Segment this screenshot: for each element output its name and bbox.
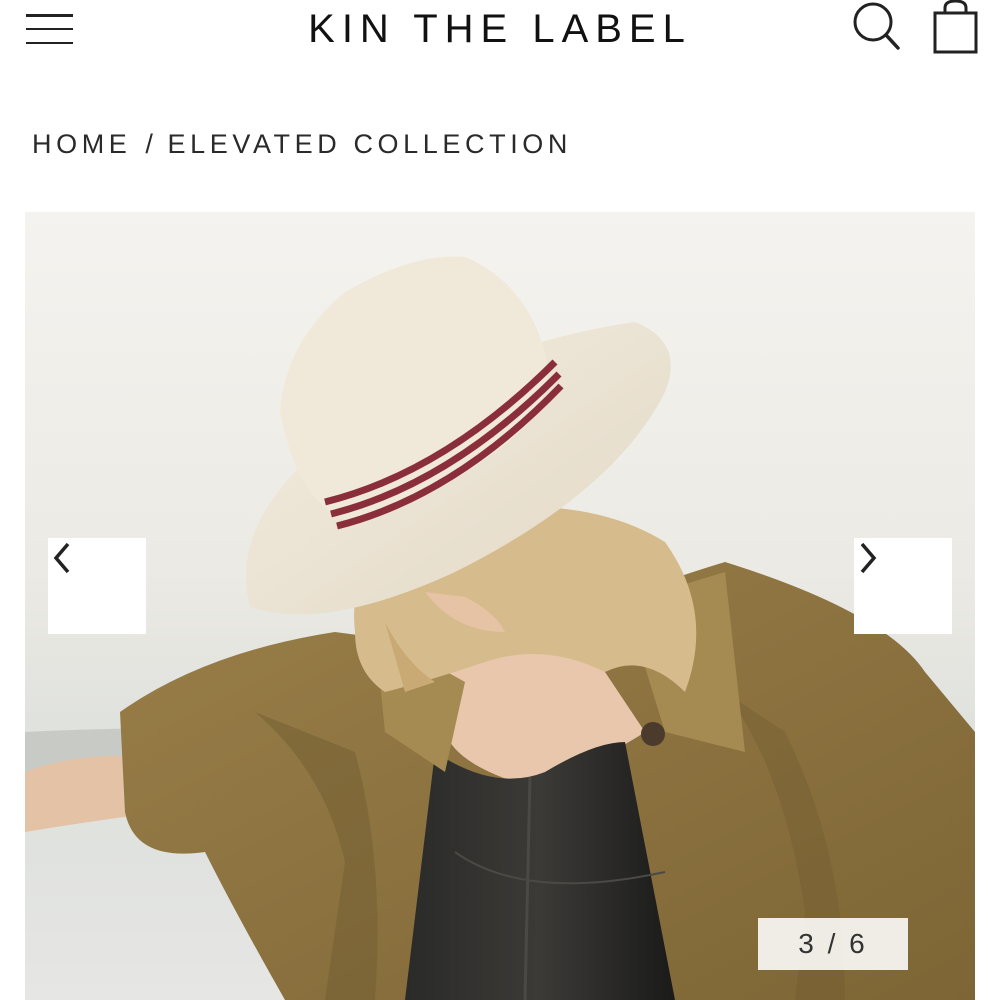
breadcrumb-separator: /: [145, 128, 158, 159]
gallery-prev-button[interactable]: [48, 538, 146, 634]
gallery-counter: 3 / 6: [758, 918, 908, 970]
shopping-bag-icon[interactable]: [928, 0, 980, 56]
breadcrumb: HOME / ELEVATED COLLECTION: [32, 124, 572, 164]
menu-line: [26, 41, 73, 44]
brand-logo[interactable]: KIN THE LABEL: [250, 6, 750, 54]
search-icon[interactable]: [848, 0, 904, 52]
product-image: [25, 212, 975, 1000]
menu-line: [26, 14, 73, 17]
breadcrumb-current-link[interactable]: ELEVATED COLLECTION: [168, 129, 572, 160]
site-header: KIN THE LABEL: [0, 0, 1000, 60]
product-image-gallery[interactable]: 3 / 6: [25, 212, 975, 1000]
chevron-right-icon: [860, 542, 877, 574]
chevron-left-icon: [53, 542, 70, 574]
breadcrumb-home-link[interactable]: HOME: [32, 129, 131, 160]
hamburger-menu-icon[interactable]: [22, 10, 78, 48]
menu-line: [26, 27, 73, 31]
gallery-next-button[interactable]: [854, 538, 952, 634]
